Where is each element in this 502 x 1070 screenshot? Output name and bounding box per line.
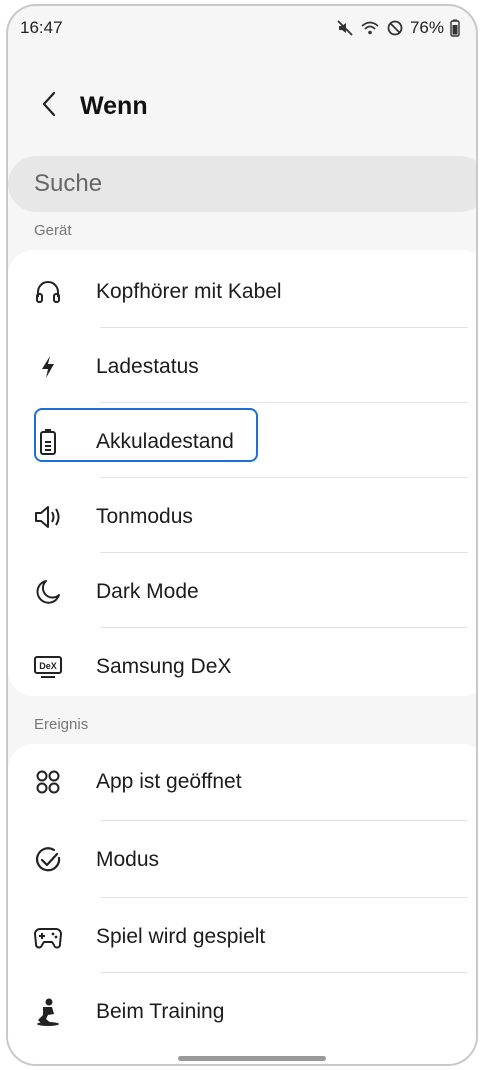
gamepad-icon bbox=[32, 921, 64, 953]
status-bar: 16:47 76% bbox=[20, 16, 460, 40]
list-item-app-opened[interactable]: App ist geöffnet bbox=[8, 744, 476, 819]
list-item-label: App ist geöffnet bbox=[96, 769, 242, 793]
list-item-label: Kopfhörer mit Kabel bbox=[96, 279, 282, 303]
list-item-label: Modus bbox=[96, 847, 160, 871]
event-list-card: App ist geöffnet Modus Spiel wird gespie… bbox=[8, 744, 476, 1064]
mode-check-icon bbox=[32, 844, 64, 876]
divider bbox=[100, 402, 468, 403]
status-battery-icon bbox=[450, 19, 460, 37]
status-icons: 76% bbox=[336, 18, 460, 38]
divider bbox=[100, 327, 468, 328]
list-item-samsung-dex[interactable]: DeX Samsung DeX bbox=[8, 629, 476, 704]
gesture-navigation-bar[interactable] bbox=[178, 1056, 326, 1061]
list-item-sound-mode[interactable]: Tonmodus bbox=[8, 479, 476, 554]
apps-grid-icon bbox=[32, 766, 64, 798]
list-item-mode[interactable]: Modus bbox=[8, 822, 476, 897]
list-item-headphones[interactable]: Kopfhörer mit Kabel bbox=[8, 254, 476, 329]
battery-percent: 76% bbox=[409, 18, 444, 37]
device-list-card: Kopfhörer mit Kabel Ladestatus Akkulades… bbox=[8, 250, 476, 696]
phone-screen: 16:47 76% Wenn Suche Gerät Kopfhörer mit… bbox=[6, 4, 478, 1066]
search-bar[interactable]: Suche bbox=[8, 156, 476, 212]
list-item-label: Dark Mode bbox=[96, 579, 199, 603]
divider bbox=[100, 820, 468, 821]
lightning-icon bbox=[32, 351, 64, 383]
section-label-device: Gerät bbox=[34, 222, 72, 239]
focus-highlight bbox=[34, 408, 258, 462]
divider bbox=[100, 972, 468, 973]
search-label: Suche bbox=[34, 170, 103, 197]
list-item-label: Ladestatus bbox=[96, 354, 199, 378]
list-item-game-played[interactable]: Spiel wird gespielt bbox=[8, 899, 476, 974]
chevron-left-icon bbox=[40, 91, 58, 122]
list-item-label: Spiel wird gespielt bbox=[96, 924, 266, 948]
list-item-label: Beim Training bbox=[96, 999, 225, 1023]
list-item-dark-mode[interactable]: Dark Mode bbox=[8, 554, 476, 629]
divider bbox=[100, 897, 468, 898]
dnd-icon bbox=[386, 19, 404, 37]
list-item-charging[interactable]: Ladestatus bbox=[8, 329, 476, 404]
list-item-label: Tonmodus bbox=[96, 504, 193, 528]
app-header: Wenn bbox=[8, 76, 476, 136]
back-button[interactable] bbox=[26, 83, 72, 129]
divider bbox=[100, 627, 468, 628]
moon-icon bbox=[32, 576, 64, 608]
section-label-event: Ereignis bbox=[34, 716, 89, 733]
dex-icon: DeX bbox=[32, 651, 64, 683]
list-item-training[interactable]: Beim Training bbox=[8, 974, 476, 1049]
list-item-label: Samsung DeX bbox=[96, 654, 232, 678]
headphones-icon bbox=[32, 276, 64, 308]
mute-icon bbox=[336, 19, 354, 37]
status-time: 16:47 bbox=[20, 18, 63, 37]
exercise-icon bbox=[32, 996, 64, 1028]
wifi-icon bbox=[360, 19, 380, 37]
divider bbox=[100, 552, 468, 553]
dex-icon-text: DeX bbox=[39, 661, 57, 671]
page-title: Wenn bbox=[80, 91, 148, 120]
divider bbox=[100, 477, 468, 478]
speaker-icon bbox=[32, 501, 64, 533]
